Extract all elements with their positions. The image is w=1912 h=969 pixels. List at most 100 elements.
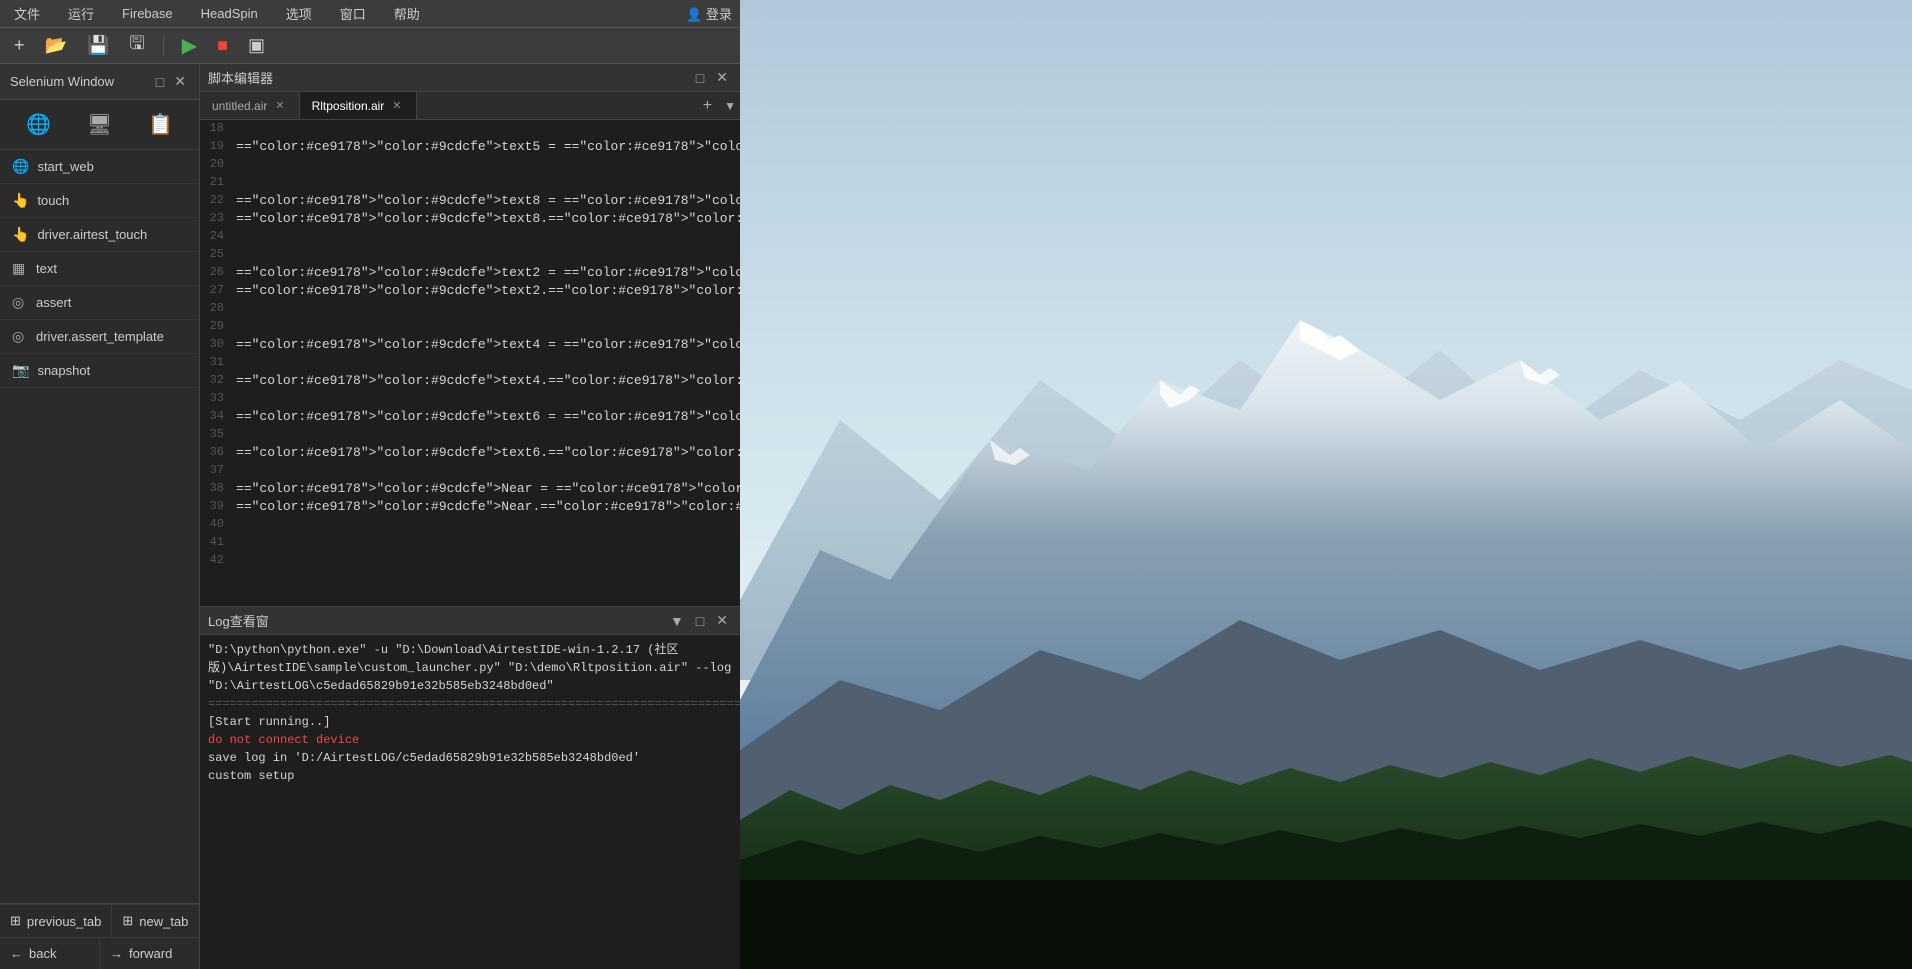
log-line: "D:\python\python.exe" -u "D:\Download\A…	[208, 641, 732, 695]
line-number: 20	[200, 157, 236, 173]
code-line: 34=="color:#ce9178">"color:#9cdcfe">text…	[200, 408, 740, 426]
code-line: 33	[200, 390, 740, 408]
line-number: 29	[200, 319, 236, 335]
code-line: 25	[200, 246, 740, 264]
line-number: 31	[200, 355, 236, 371]
menu-options[interactable]: 选项	[280, 2, 318, 25]
line-number: 38	[200, 481, 236, 497]
menu-file[interactable]: 文件	[8, 2, 46, 25]
line-number: 41	[200, 535, 236, 551]
editor-titlebar: 脚本编辑器 □ ✕	[200, 64, 740, 92]
open-file-button[interactable]: 📂	[39, 33, 73, 58]
line-content: =="color:#ce9178">"color:#9cdcfe">Near =…	[236, 481, 740, 497]
right-panel: 脚本编辑器 □ ✕ untitled.air ✕ Rltposition.air	[200, 64, 740, 969]
code-line: 41	[200, 534, 740, 552]
new-file-button[interactable]: +	[8, 33, 31, 58]
background-panel	[740, 0, 1912, 969]
log-content: "D:\python\python.exe" -u "D:\Download\A…	[200, 635, 740, 969]
sidebar-device-button[interactable]: 🖥	[83, 108, 116, 141]
sidebar-item-start-web[interactable]: 🌐 start_web	[0, 150, 199, 184]
code-line: 22=="color:#ce9178">"color:#9cdcfe">text…	[200, 192, 740, 210]
run-button[interactable]: ▶	[176, 31, 203, 60]
code-line: 37	[200, 462, 740, 480]
log-titlebar: Log查看窗 ▼ □ ✕	[200, 607, 740, 635]
tab-dropdown-button[interactable]: ▼	[720, 99, 740, 113]
tab-untitled-close[interactable]: ✕	[273, 99, 286, 112]
line-number: 28	[200, 301, 236, 317]
code-line: 19=="color:#ce9178">"color:#9cdcfe">text…	[200, 138, 740, 156]
code-line: 38=="color:#ce9178">"color:#9cdcfe">Near…	[200, 480, 740, 498]
back-label: back	[29, 946, 56, 961]
sidebar-item-text[interactable]: ▦ text	[0, 252, 199, 286]
save-file-button[interactable]: 💾	[81, 33, 115, 58]
sidebar-forward-item[interactable]: → forward	[100, 937, 199, 969]
log-area: Log查看窗 ▼ □ ✕ "D:\python\python.exe" -u "…	[200, 607, 740, 969]
menu-help[interactable]: 帮助	[388, 2, 426, 25]
editor-float-button[interactable]: □	[692, 68, 708, 87]
sidebar-float-button[interactable]: □	[153, 72, 167, 91]
line-content: =="color:#ce9178">"color:#9cdcfe">text8 …	[236, 193, 740, 209]
code-line: 32=="color:#ce9178">"color:#9cdcfe">text…	[200, 372, 740, 390]
assert-icon: ◎	[12, 294, 28, 311]
sidebar-item-driver-assert-template[interactable]: ◎ driver.assert_template	[0, 320, 199, 354]
sidebar-item-start-web-label: start_web	[37, 159, 93, 174]
log-close-button[interactable]: ✕	[712, 611, 732, 630]
sidebar-new-tab-item[interactable]: ⊞ new_tab	[112, 904, 199, 937]
editor-tab-untitled[interactable]: untitled.air ✕	[200, 92, 300, 119]
menu-run[interactable]: 运行	[62, 2, 100, 25]
log-float-button[interactable]: □	[692, 611, 708, 630]
line-number: 19	[200, 139, 236, 155]
sidebar-close-button[interactable]: ✕	[171, 72, 189, 91]
line-number: 26	[200, 265, 236, 281]
menu-window[interactable]: 窗口	[334, 2, 372, 25]
line-number: 22	[200, 193, 236, 209]
menu-firebase[interactable]: Firebase	[116, 4, 179, 23]
snapshot-icon: 📷	[12, 362, 29, 379]
editor-tab-rltposition[interactable]: Rltposition.air ✕	[300, 92, 417, 119]
sidebar-item-driver-airtest-touch[interactable]: 👆 driver.airtest_touch	[0, 218, 199, 252]
sidebar-web-button[interactable]: 🌐	[22, 108, 55, 141]
sidebar-template-button[interactable]: 📋	[144, 108, 177, 141]
sidebar-back-item[interactable]: ← back	[0, 937, 100, 969]
sidebar-item-touch[interactable]: 👆 touch	[0, 184, 199, 218]
line-number: 40	[200, 517, 236, 533]
stop-button[interactable]: ■	[211, 33, 234, 58]
code-line: 29	[200, 318, 740, 336]
save-as-button[interactable]: 🖫	[123, 29, 150, 63]
tab-untitled-label: untitled.air	[212, 99, 267, 113]
sidebar-previous-tab-item[interactable]: ⊞ previous_tab	[0, 904, 112, 937]
editor-close-button[interactable]: ✕	[712, 68, 732, 87]
code-line: 31	[200, 354, 740, 372]
line-content: =="color:#ce9178">"color:#9cdcfe">text4.…	[236, 373, 740, 389]
sidebar: Selenium Window □ ✕ 🌐 🖥 📋 🌐 start_web	[0, 64, 200, 969]
user-icon: 👤	[686, 7, 706, 22]
add-tab-button[interactable]: +	[695, 97, 720, 115]
previous-tab-icon: ⊞	[10, 913, 21, 929]
assert-template-icon: ◎	[12, 328, 28, 345]
menu-headspin[interactable]: HeadSpin	[195, 4, 264, 23]
code-line: 24	[200, 228, 740, 246]
line-content: =="color:#ce9178">"color:#9cdcfe">text5 …	[236, 139, 740, 155]
menubar: 文件 运行 Firebase HeadSpin 选项 窗口 帮助 👤 登录	[0, 0, 740, 28]
login-button[interactable]: 👤 登录	[686, 4, 732, 23]
sidebar-nav-row: ← back → forward	[0, 937, 199, 969]
sidebar-item-assert[interactable]: ◎ assert	[0, 286, 199, 320]
touch-icon: 👆	[12, 192, 29, 209]
sidebar-item-snapshot[interactable]: 📷 snapshot	[0, 354, 199, 388]
line-content: =="color:#ce9178">"color:#9cdcfe">text2 …	[236, 265, 740, 281]
sidebar-title: Selenium Window □ ✕	[0, 64, 199, 100]
line-number: 36	[200, 445, 236, 461]
line-number: 35	[200, 427, 236, 443]
tab-rltposition-close[interactable]: ✕	[390, 99, 403, 112]
airtest-touch-icon: 👆	[12, 226, 29, 243]
editor-tabs: untitled.air ✕ Rltposition.air ✕ + ▼	[200, 92, 740, 120]
code-editor[interactable]: 1819=="color:#ce9178">"color:#9cdcfe">te…	[200, 120, 740, 606]
line-number: 23	[200, 211, 236, 227]
log-line: custom setup	[208, 767, 732, 785]
save-as-icon: 🖫	[129, 31, 144, 61]
record-button[interactable]: ▣	[242, 33, 271, 58]
line-number: 39	[200, 499, 236, 515]
sidebar-bottom: ⊞ previous_tab ⊞ new_tab ← back	[0, 903, 199, 969]
sidebar-items-list: 🌐 start_web 👆 touch 👆 driver.airtest_tou…	[0, 150, 199, 903]
log-filter-button[interactable]: ▼	[666, 611, 688, 630]
